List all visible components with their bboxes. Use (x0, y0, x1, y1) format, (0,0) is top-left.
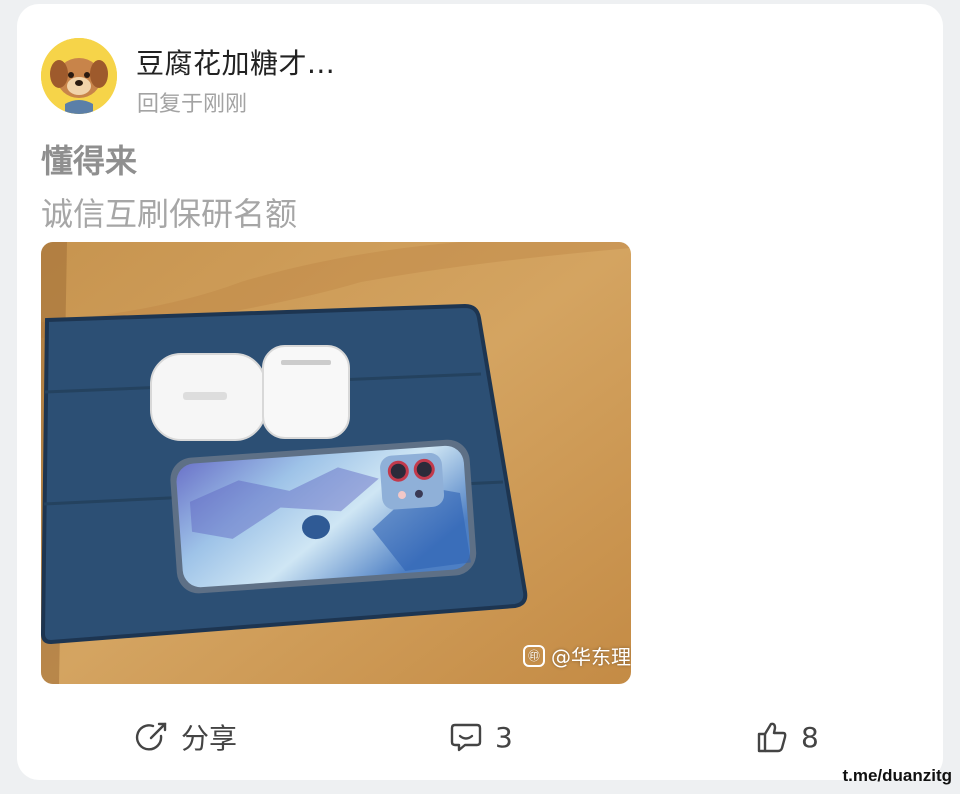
author-name[interactable]: 豆腐花加糖才... (136, 42, 335, 82)
phone-on-tablet-photo (41, 242, 631, 684)
watermark-text: @华东理 (551, 645, 631, 669)
author-avatar[interactable] (41, 38, 117, 114)
post-image[interactable]: ㊞ @华东理 (41, 242, 631, 684)
post-body: 诚信互刷保研名额 (41, 195, 298, 233)
image-watermark: ㊞ @华东理 (523, 641, 631, 670)
reply-timestamp: 回复于刚刚 (137, 92, 248, 117)
share-button[interactable]: 分享 (135, 714, 237, 760)
thumbs-up-icon (757, 722, 787, 753)
share-label: 分享 (181, 722, 238, 755)
like-count: 8 (801, 720, 819, 754)
comment-icon (450, 723, 482, 752)
comment-button[interactable]: 3 (449, 714, 513, 760)
weibo-logo-icon: ㊞ (523, 644, 545, 667)
dog-avatar-icon (41, 38, 117, 114)
source-watermark: t.me/duanzitg (842, 766, 952, 785)
like-button[interactable]: 8 (755, 714, 819, 760)
post-card: 豆腐花加糖才... 回复于刚刚 懂得来 诚信互刷保研名额 ㊞ @华东理 分享 3… (17, 4, 943, 780)
post-title: 懂得来 (41, 142, 138, 180)
share-icon (135, 722, 167, 751)
comment-count: 3 (495, 720, 513, 754)
